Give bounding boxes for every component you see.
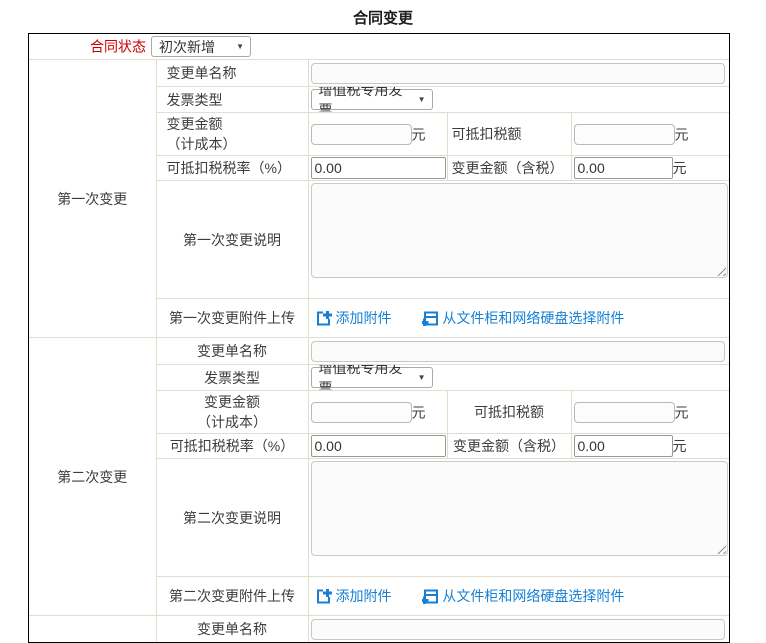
- deductible-tax-label: 可抵扣税额: [447, 391, 571, 434]
- change-description-textarea-1[interactable]: [311, 183, 729, 278]
- unit-yuan: 元: [673, 160, 687, 176]
- deductible-tax-rate-input-2[interactable]: [311, 435, 446, 457]
- section3-label: [29, 616, 156, 643]
- table-row: 第二次变更 变更单名称: [29, 338, 729, 365]
- contract-status-label: 合同状态: [90, 39, 146, 55]
- unit-yuan: 元: [412, 126, 426, 142]
- change-order-name-input-1[interactable]: [311, 63, 726, 84]
- invoice-type-value: 增值税专用发票: [319, 87, 409, 113]
- invoice-type-select-1[interactable]: 增值税专用发票 ▼: [311, 89, 433, 110]
- select-from-cabinet-link-2[interactable]: 从文件柜和网络硬盘选择附件: [422, 586, 624, 606]
- deductible-tax-input-1[interactable]: [574, 124, 675, 145]
- change-amount-taxed-input-1[interactable]: [574, 157, 673, 179]
- invoice-type-select-2[interactable]: 增值税专用发票 ▼: [311, 367, 433, 388]
- section2-label: 第二次变更: [29, 338, 156, 616]
- add-attachment-link-2[interactable]: 添加附件: [316, 586, 392, 606]
- section1-label: 第一次变更: [29, 60, 156, 338]
- invoice-type-label: 发票类型: [156, 87, 308, 113]
- change-amount-cost-label: 变更金额 （计成本）: [156, 113, 308, 156]
- change-order-name-label: 变更单名称: [156, 338, 308, 365]
- change-amount-cost-input-1[interactable]: [311, 124, 412, 145]
- chevron-down-icon: ▼: [418, 96, 426, 104]
- change-amount-cost-input-2[interactable]: [311, 402, 412, 423]
- select-from-cabinet-link-1[interactable]: 从文件柜和网络硬盘选择附件: [422, 308, 624, 328]
- change-amount-taxed-label: 变更金额（含税）: [447, 156, 571, 181]
- change-amount-taxed-label: 变更金额（含税）: [447, 434, 571, 459]
- table-row: 变更单名称: [29, 616, 729, 643]
- change-description-label-2: 第二次变更说明: [156, 459, 308, 577]
- contract-change-form: 合同状态初次新增 ▼ 第一次变更 变更单名称 发票类型 增值税专用发票 ▼ 变更金额…: [28, 33, 730, 643]
- unit-yuan: 元: [675, 404, 689, 420]
- unit-yuan: 元: [675, 126, 689, 142]
- attachment-upload-label-2: 第二次变更附件上传: [156, 577, 308, 616]
- change-amount-cost-label: 变更金额 （计成本）: [156, 391, 308, 434]
- table-row: 第一次变更 变更单名称: [29, 60, 729, 87]
- deductible-tax-rate-input-1[interactable]: [311, 157, 446, 179]
- file-cabinet-icon: [422, 588, 438, 604]
- change-order-name-label: 变更单名称: [156, 60, 308, 87]
- file-cabinet-icon: [422, 310, 438, 326]
- change-order-name-input-2[interactable]: [311, 341, 726, 362]
- unit-yuan: 元: [673, 438, 687, 454]
- deductible-tax-rate-label: 可抵扣税税率（%）: [156, 434, 308, 459]
- change-order-name-label: 变更单名称: [156, 616, 308, 643]
- attachment-upload-label-1: 第一次变更附件上传: [156, 299, 308, 338]
- unit-yuan: 元: [412, 404, 426, 420]
- invoice-type-value: 增值税专用发票: [319, 365, 409, 391]
- change-amount-taxed-input-2[interactable]: [574, 435, 673, 457]
- contract-status-select[interactable]: 初次新增 ▼: [151, 36, 251, 57]
- chevron-down-icon: ▼: [236, 43, 244, 51]
- page-title: 合同变更: [0, 0, 766, 26]
- add-attachment-icon: [316, 588, 332, 604]
- change-description-label-1: 第一次变更说明: [156, 181, 308, 299]
- deductible-tax-label: 可抵扣税额: [447, 113, 571, 156]
- deductible-tax-input-2[interactable]: [574, 402, 675, 423]
- invoice-type-label: 发票类型: [156, 365, 308, 391]
- add-attachment-link-1[interactable]: 添加附件: [316, 308, 392, 328]
- add-attachment-icon: [316, 310, 332, 326]
- change-description-textarea-2[interactable]: [311, 461, 729, 556]
- contract-status-value: 初次新增: [159, 37, 215, 57]
- table-row: 合同状态初次新增 ▼: [29, 34, 729, 60]
- deductible-tax-rate-label: 可抵扣税税率（%）: [156, 156, 308, 181]
- chevron-down-icon: ▼: [418, 374, 426, 382]
